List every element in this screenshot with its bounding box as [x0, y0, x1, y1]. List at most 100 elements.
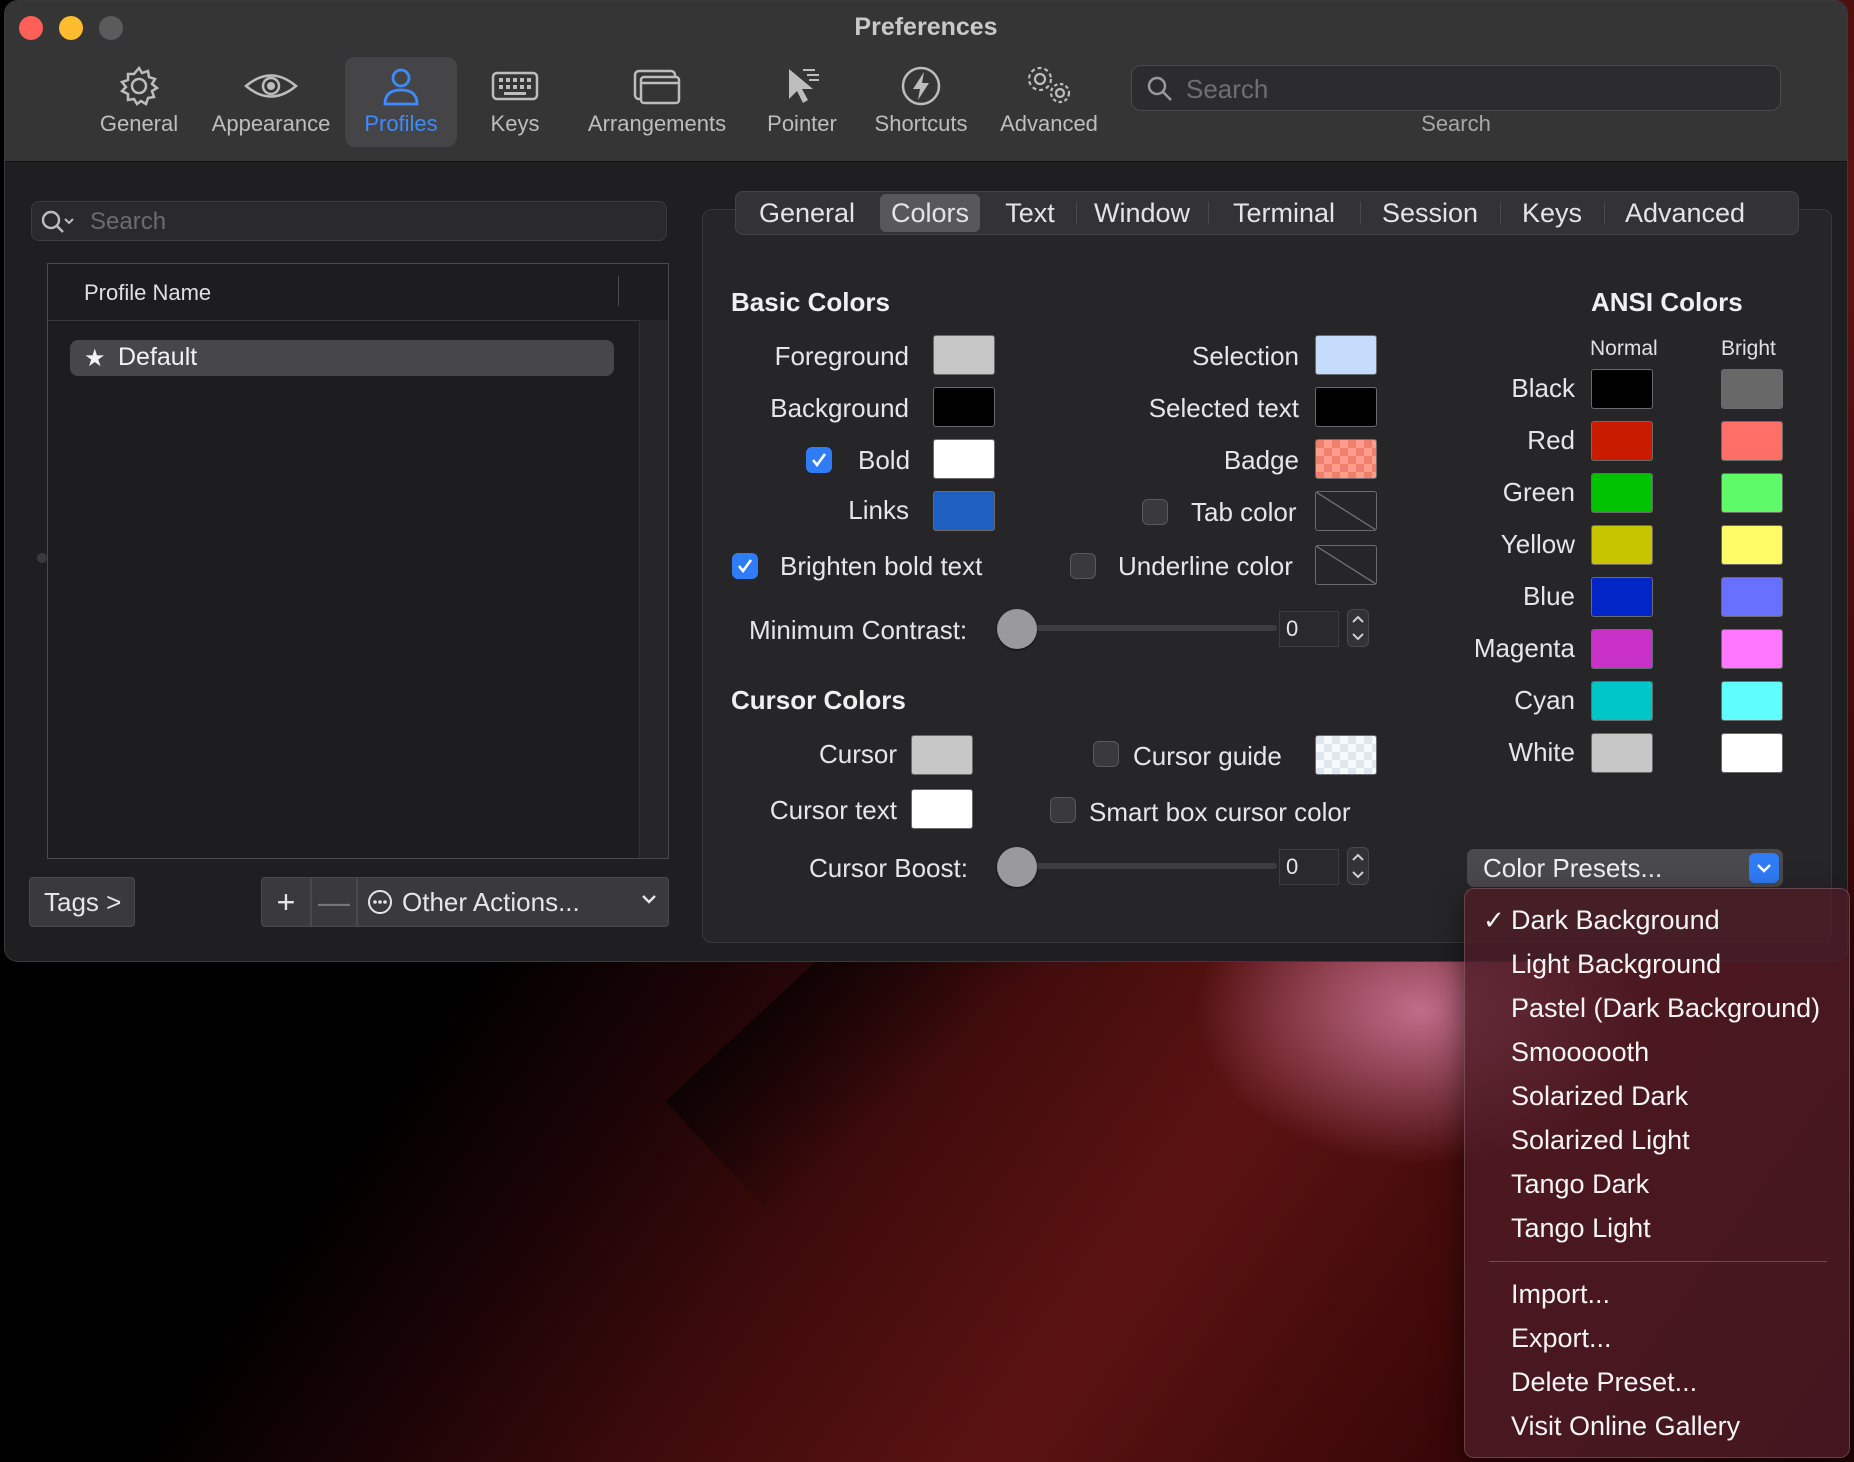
menu-item-tango-dark[interactable]: Tango Dark: [1511, 1169, 1649, 1200]
toolbar-profiles[interactable]: Profiles: [345, 57, 457, 147]
badge-color-well[interactable]: [1315, 439, 1377, 479]
window-title: Preferences: [854, 13, 998, 41]
tab-advanced[interactable]: Advanced: [1610, 194, 1760, 232]
toolbar-general[interactable]: General: [89, 57, 189, 147]
other-actions-button[interactable]: Other Actions...: [357, 877, 669, 927]
toolbar-appearance[interactable]: Appearance: [201, 57, 341, 147]
menu-separator: [1489, 1261, 1827, 1262]
tab-color-label: Tab color: [1191, 497, 1297, 527]
profile-search[interactable]: [31, 201, 667, 241]
selection-label: Selection: [1192, 341, 1299, 371]
tab-keys[interactable]: Keys: [1506, 194, 1598, 232]
min-contrast-track[interactable]: [1015, 625, 1277, 631]
ansi-normal-red-well[interactable]: [1591, 421, 1653, 461]
ansi-normal-magenta-well[interactable]: [1591, 629, 1653, 669]
ansi-bright-black-well[interactable]: [1721, 369, 1783, 409]
ansi-bright-magenta-well[interactable]: [1721, 629, 1783, 669]
menu-item-solarized-dark[interactable]: Solarized Dark: [1511, 1081, 1688, 1112]
toolbar-keys-label: Keys: [490, 111, 540, 136]
underline-color-well[interactable]: [1315, 545, 1377, 585]
bold-color-well[interactable]: [933, 439, 995, 479]
background-color-well[interactable]: [933, 387, 995, 427]
selection-color-well[interactable]: [1315, 335, 1377, 375]
menu-item-light-background[interactable]: Light Background: [1511, 949, 1721, 980]
ansi-bright-yellow-well[interactable]: [1721, 525, 1783, 565]
sidebar-drag-handle[interactable]: [37, 553, 47, 563]
smart-box-checkbox[interactable]: [1050, 797, 1076, 823]
cursor-guide-color-well[interactable]: [1315, 735, 1377, 775]
ansi-bright-cyan-well[interactable]: [1721, 681, 1783, 721]
toolbar-search[interactable]: [1131, 65, 1781, 111]
tab-session[interactable]: Session: [1366, 194, 1494, 232]
cursor-boost-stepper[interactable]: [1347, 847, 1369, 885]
search-icon: [1147, 76, 1172, 101]
tab-window[interactable]: Window: [1082, 194, 1202, 232]
ellipsis-circle-icon: [368, 890, 392, 914]
menu-item-export[interactable]: Export...: [1511, 1323, 1612, 1354]
menu-item-solarized-light[interactable]: Solarized Light: [1511, 1125, 1690, 1156]
min-contrast-field[interactable]: 0: [1279, 611, 1339, 647]
cursor-boost-track[interactable]: [1015, 863, 1277, 869]
ansi-normal-cyan-well[interactable]: [1591, 681, 1653, 721]
min-contrast-slider[interactable]: [997, 609, 1037, 649]
profile-name: Default: [118, 343, 198, 371]
min-contrast-stepper[interactable]: [1347, 609, 1369, 647]
underline-color-checkbox[interactable]: [1070, 553, 1096, 579]
cursor-boost-field[interactable]: 0: [1279, 849, 1339, 885]
toolbar-pointer[interactable]: Pointer: [753, 57, 851, 147]
ansi-bright-green-well[interactable]: [1721, 473, 1783, 513]
bolt-icon: [863, 63, 979, 113]
tab-general[interactable]: General: [754, 194, 860, 232]
bold-checkbox[interactable]: [806, 447, 832, 473]
profile-row[interactable]: ★ Default: [70, 340, 614, 376]
toolbar-advanced[interactable]: Advanced: [989, 57, 1109, 147]
badge-label: Badge: [1223, 445, 1299, 475]
ansi-bright-blue-well[interactable]: [1721, 577, 1783, 617]
color-presets-dropdown[interactable]: Color Presets...: [1467, 849, 1783, 887]
ansi-normal-black-well[interactable]: [1591, 369, 1653, 409]
ansi-normal-yellow-well[interactable]: [1591, 525, 1653, 565]
cursor-guide-checkbox[interactable]: [1093, 741, 1119, 767]
ansi-normal-white-well[interactable]: [1591, 733, 1653, 773]
cursor-color-well[interactable]: [911, 735, 973, 775]
menu-item-dark-background[interactable]: Dark Background: [1511, 905, 1720, 936]
add-profile-button[interactable]: +: [261, 877, 311, 927]
tab-color-checkbox[interactable]: [1142, 499, 1168, 525]
links-color-well[interactable]: [933, 491, 995, 531]
remove-profile-button[interactable]: —: [311, 877, 357, 927]
tab-terminal[interactable]: Terminal: [1214, 194, 1354, 232]
foreground-color-well[interactable]: [933, 335, 995, 375]
ansi-bright-red-well[interactable]: [1721, 421, 1783, 461]
profile-search-input[interactable]: [88, 206, 652, 238]
profile-table-header[interactable]: Profile Name: [48, 264, 668, 321]
toolbar-keys[interactable]: Keys: [465, 57, 565, 147]
selected-text-color-well[interactable]: [1315, 387, 1377, 427]
toolbar-search-input[interactable]: [1184, 72, 1768, 106]
cursor-boost-slider[interactable]: [997, 847, 1037, 887]
menu-item-tango-light[interactable]: Tango Light: [1511, 1213, 1651, 1244]
tab-color-well[interactable]: [1315, 491, 1377, 531]
cursor-text-color-well[interactable]: [911, 789, 973, 829]
tab-colors[interactable]: Colors: [880, 194, 980, 232]
profile-name-column[interactable]: Profile Name: [84, 280, 211, 306]
ansi-label-blue: Blue: [1522, 581, 1575, 611]
tab-text[interactable]: Text: [990, 194, 1070, 232]
ansi-normal-blue-well[interactable]: [1591, 577, 1653, 617]
menu-item-import[interactable]: Import...: [1511, 1279, 1610, 1310]
toolbar-appearance-label: Appearance: [211, 111, 331, 136]
brighten-bold-checkbox[interactable]: [732, 553, 758, 579]
profile-scrollbar[interactable]: [639, 320, 668, 858]
toolbar-shortcuts-label: Shortcuts: [874, 111, 968, 136]
menu-item-visit-gallery[interactable]: Visit Online Gallery: [1511, 1411, 1740, 1442]
menu-item-smoooooth[interactable]: Smoooooth: [1511, 1037, 1649, 1068]
menu-item-delete-preset[interactable]: Delete Preset...: [1511, 1367, 1697, 1398]
toolbar-general-label: General: [99, 111, 179, 136]
ansi-normal-green-well[interactable]: [1591, 473, 1653, 513]
tags-button[interactable]: Tags >: [29, 877, 135, 927]
ansi-bright-white-well[interactable]: [1721, 733, 1783, 773]
keyboard-icon: [465, 63, 565, 113]
toolbar-arrangements[interactable]: Arrangements: [577, 57, 737, 147]
toolbar-shortcuts[interactable]: Shortcuts: [863, 57, 979, 147]
menu-item-pastel[interactable]: Pastel (Dark Background): [1511, 993, 1820, 1024]
links-label: Links: [848, 495, 909, 525]
